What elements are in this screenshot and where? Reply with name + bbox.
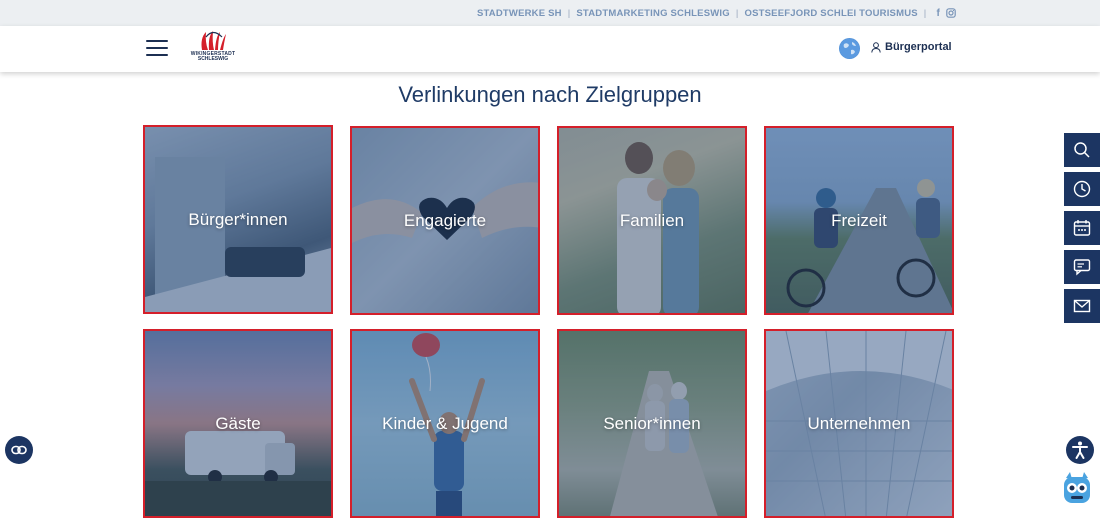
top-utility-bar: STADTWERKE SH | STADTMARKETING SCHLESWIG… [0, 0, 1100, 26]
separator: | [735, 7, 739, 19]
tile-label: Freizeit [831, 210, 887, 230]
tile-label: Gäste [215, 413, 261, 433]
topbar-link-tourismus[interactable]: OSTSEEFJORD SCHLEI TOURISMUS [745, 8, 918, 19]
accessibility-icon[interactable] [1066, 436, 1094, 464]
menu-icon[interactable] [146, 39, 168, 57]
tile-gaeste[interactable]: Gäste [143, 329, 333, 518]
chat-icon[interactable] [1064, 250, 1100, 284]
viking-ship-logo-icon [201, 31, 226, 50]
tile-label: Bürger*innen [188, 209, 288, 229]
separator: | [567, 7, 571, 19]
facebook-icon[interactable]: f [936, 8, 940, 19]
calendar-icon[interactable] [1064, 211, 1100, 245]
page-title: Verlinkungen nach Zielgruppen [398, 82, 702, 107]
tile-unternehmen[interactable]: Unternehmen [764, 329, 954, 518]
tile-buerger-innen[interactable]: Bürger*innen [143, 125, 333, 314]
tile-label: Senior*innen [603, 413, 701, 433]
tile-label: Engagierte [403, 210, 487, 230]
logo-text-line2: SCHLESWIG [197, 56, 229, 62]
topbar-link-stadtwerke[interactable]: STADTWERKE SH [477, 8, 562, 19]
link-icon[interactable] [5, 436, 33, 464]
tile-familien[interactable]: Familien [557, 126, 747, 315]
mail-icon[interactable] [1064, 289, 1100, 323]
clock-icon[interactable] [1064, 172, 1100, 206]
instagram-icon[interactable] [946, 8, 956, 18]
tile-freizeit[interactable]: Freizeit [764, 126, 954, 315]
site-header: WIKINGERSTADT SCHLESWIG Bürgerportal [0, 26, 1100, 72]
separator: | [923, 7, 927, 19]
buergerportal-link[interactable]: Bürgerportal [871, 41, 952, 53]
page: STADTWERKE SH | STADTMARKETING SCHLESWIG… [0, 0, 1100, 531]
city-logo[interactable]: WIKINGERSTADT SCHLESWIG [185, 30, 241, 70]
chatbot-icon[interactable] [1062, 472, 1092, 504]
user-icon [871, 41, 881, 53]
language-globe-icon[interactable] [839, 38, 860, 59]
tile-label: Unternehmen [807, 413, 911, 433]
topbar-link-stadtmarketing[interactable]: STADTMARKETING SCHLESWIG [576, 8, 729, 19]
tile-senior-innen[interactable]: Senior*innen [557, 329, 747, 518]
tile-label: Familien [619, 210, 685, 230]
right-quick-sidebar [1064, 133, 1100, 328]
tile-kinder-jugend[interactable]: Kinder & Jugend [350, 329, 540, 518]
search-icon[interactable] [1064, 133, 1100, 167]
tile-label: Kinder & Jugend [382, 413, 508, 433]
tile-engagierte[interactable]: Engagierte [350, 126, 540, 315]
buergerportal-label: Bürgerportal [885, 41, 952, 53]
